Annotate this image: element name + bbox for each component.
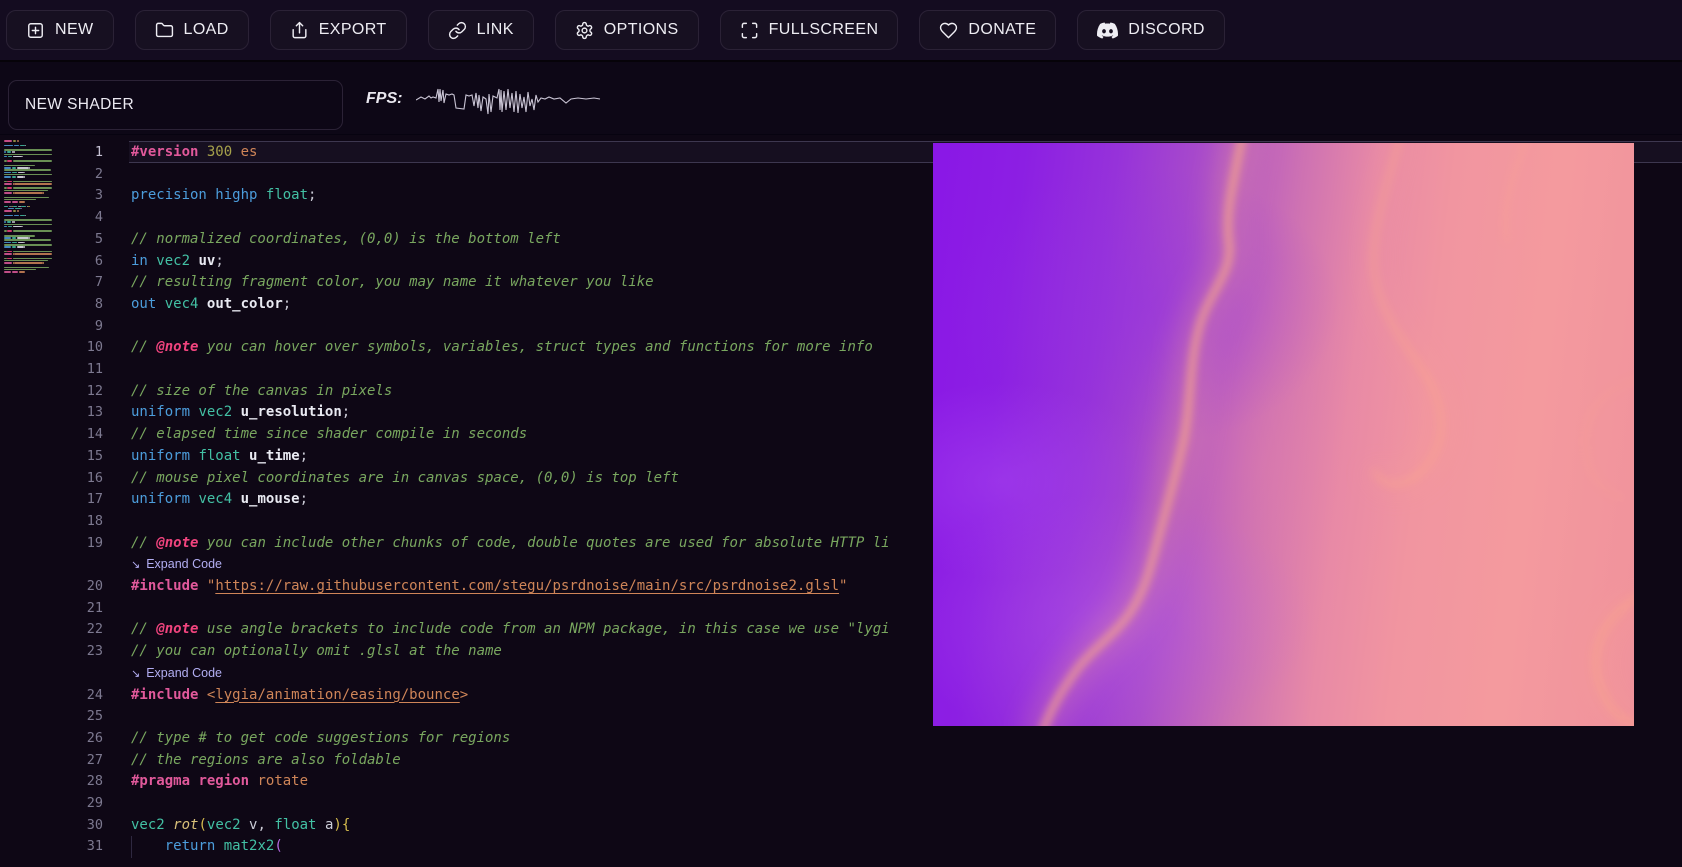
- line-number[interactable]: 1: [0, 142, 103, 164]
- code-text: // elapsed time since shader compile in …: [131, 424, 527, 446]
- line-number[interactable]: 25: [0, 706, 103, 728]
- line-number[interactable]: 2: [0, 164, 103, 186]
- new-button[interactable]: NEW: [6, 10, 114, 50]
- code-line-31[interactable]: 31 return mat2x2(: [0, 836, 1682, 858]
- code-text: // resulting fragment color, you may nam…: [131, 272, 654, 294]
- code-line-30[interactable]: 30 vec2 rot(vec2 v, float a){: [0, 815, 1682, 837]
- code-text: // mouse pixel coordinates are in canvas…: [131, 468, 679, 490]
- code-text: uniform vec4 u_mouse;: [131, 489, 308, 511]
- code-text: #include "https://raw.githubusercontent.…: [131, 576, 847, 598]
- shader-bar: FPS:: [0, 64, 1682, 134]
- fps-label: FPS:: [366, 90, 402, 108]
- donate-button[interactable]: DONATE: [919, 10, 1056, 50]
- line-number[interactable]: 4: [0, 207, 103, 229]
- line-number[interactable]: 18: [0, 511, 103, 533]
- line-number[interactable]: 26: [0, 728, 103, 750]
- expand-code-label: Expand Code: [146, 554, 222, 576]
- expand-arrow-icon: ↘: [131, 663, 140, 685]
- fullscreen-button[interactable]: FULLSCREEN: [720, 10, 899, 50]
- line-number[interactable]: 17: [0, 489, 103, 511]
- shader-preview-canvas[interactable]: [933, 143, 1634, 726]
- code-text: // @note you can hover over symbols, var…: [131, 337, 873, 359]
- link-label: LINK: [477, 21, 514, 39]
- line-number[interactable]: 3: [0, 185, 103, 207]
- line-number[interactable]: 24: [0, 685, 103, 707]
- square-plus-icon: [26, 21, 45, 40]
- code-text: #include <lygia/animation/easing/bounce>: [131, 685, 468, 707]
- line-number[interactable]: 5: [0, 229, 103, 251]
- code-line-27[interactable]: 27 // the regions are also foldable: [0, 750, 1682, 772]
- expand-code-label: Expand Code: [146, 663, 222, 685]
- folder-icon: [155, 21, 174, 40]
- line-number[interactable]: 10: [0, 337, 103, 359]
- code-text: return mat2x2(: [131, 836, 283, 858]
- new-label: NEW: [55, 21, 94, 39]
- line-number[interactable]: 28: [0, 771, 103, 793]
- toolbar: NEW LOAD EXPORT LINK OPTIONS FULLSCREEN DONATE…: [0, 0, 1682, 62]
- line-number[interactable]: 16: [0, 468, 103, 490]
- code-text: uniform float u_time;: [131, 446, 308, 468]
- line-number[interactable]: 20: [0, 576, 103, 598]
- link-button[interactable]: LINK: [428, 10, 534, 50]
- code-text: // size of the canvas in pixels: [131, 381, 392, 403]
- line-number[interactable]: 27: [0, 750, 103, 772]
- line-number[interactable]: 30: [0, 815, 103, 837]
- code-line-26[interactable]: 26 // type # to get code suggestions for …: [0, 728, 1682, 750]
- donate-label: DONATE: [968, 21, 1036, 39]
- code-text: uniform vec2 u_resolution;: [131, 402, 350, 424]
- expand-arrow-icon: ↘: [131, 554, 140, 576]
- options-label: OPTIONS: [604, 21, 679, 39]
- code-line-28[interactable]: 28 #pragma region rotate: [0, 771, 1682, 793]
- code-text: vec2 rot(vec2 v, float a){: [131, 815, 350, 837]
- line-number[interactable]: 7: [0, 272, 103, 294]
- line-number[interactable]: 21: [0, 598, 103, 620]
- load-button[interactable]: LOAD: [135, 10, 249, 50]
- options-button[interactable]: OPTIONS: [555, 10, 699, 50]
- export-button[interactable]: EXPORT: [270, 10, 407, 50]
- line-number[interactable]: 29: [0, 793, 103, 815]
- code-text: // the regions are also foldable: [131, 750, 401, 772]
- fps-sparkline: [416, 86, 608, 120]
- line-number[interactable]: 31: [0, 836, 103, 858]
- discord-button[interactable]: DISCORD: [1077, 10, 1225, 50]
- link-icon: [448, 21, 467, 40]
- line-number[interactable]: 8: [0, 294, 103, 316]
- discord-icon: [1097, 20, 1118, 41]
- code-text: // you can optionally omit .glsl at the …: [131, 641, 502, 663]
- discord-label: DISCORD: [1128, 21, 1205, 39]
- fullscreen-icon: [740, 21, 759, 40]
- code-text: // type # to get code suggestions for re…: [131, 728, 510, 750]
- code-line-29[interactable]: 29: [0, 793, 1682, 815]
- export-label: EXPORT: [319, 21, 387, 39]
- line-number[interactable]: 11: [0, 359, 103, 381]
- shader-name-input[interactable]: [8, 80, 343, 130]
- code-text: // @note use angle brackets to include c…: [131, 619, 890, 641]
- line-number[interactable]: 15: [0, 446, 103, 468]
- code-text: precision highp float;: [131, 185, 316, 207]
- line-number[interactable]: 12: [0, 381, 103, 403]
- code-text: out vec4 out_color;: [131, 294, 291, 316]
- line-number[interactable]: 9: [0, 316, 103, 338]
- line-number[interactable]: 23: [0, 641, 103, 663]
- heart-icon: [939, 21, 958, 40]
- line-number[interactable]: 22: [0, 619, 103, 641]
- code-text: in vec2 uv;: [131, 251, 224, 273]
- line-number[interactable]: 13: [0, 402, 103, 424]
- line-number[interactable]: 6: [0, 251, 103, 273]
- noise-ridges: [933, 143, 1634, 726]
- code-text: // @note you can include other chunks of…: [131, 533, 890, 555]
- export-icon: [290, 21, 309, 40]
- line-number[interactable]: 19: [0, 533, 103, 555]
- gear-icon: [575, 21, 594, 40]
- code-text: #pragma region rotate: [131, 771, 308, 793]
- code-text: // normalized coordinates, (0,0) is the …: [131, 229, 561, 251]
- load-label: LOAD: [184, 21, 229, 39]
- line-number[interactable]: 14: [0, 424, 103, 446]
- code-text: #version 300 es: [131, 142, 257, 164]
- fullscreen-label: FULLSCREEN: [769, 21, 879, 39]
